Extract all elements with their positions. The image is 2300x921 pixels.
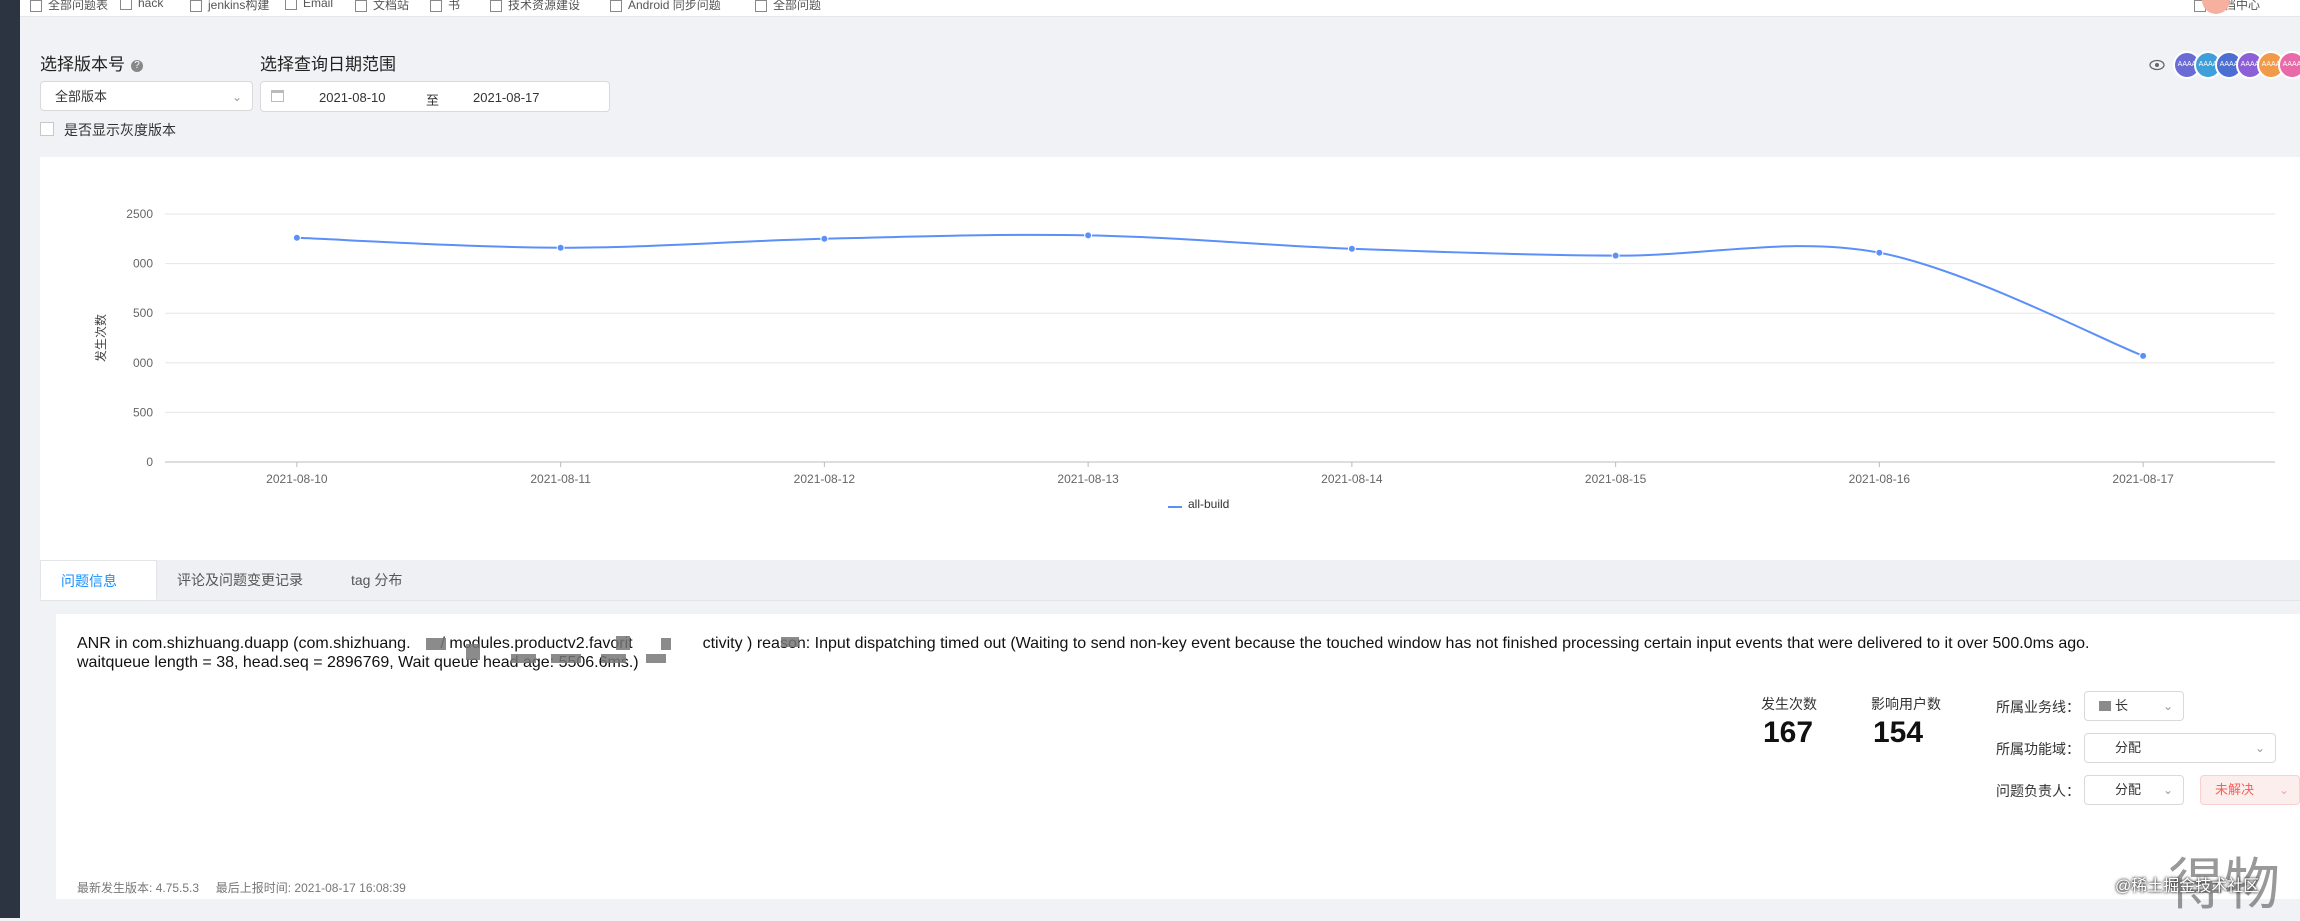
redaction-block [601,654,626,663]
bookmark-item[interactable]: Email [285,0,333,10]
occurrences-label: 发生次数 [1761,696,1817,712]
bookmark-item[interactable]: 技术资源建设 [490,0,580,13]
bookmark-item[interactable]: 文档站 [355,0,409,13]
y-tick-label: 0 [146,455,153,469]
redaction-block [551,654,581,663]
redaction-block [616,636,630,650]
date-filter-label: 选择查询日期范围 [260,55,396,74]
bookmark-item[interactable]: Android 同步问题 [610,0,721,13]
data-point [1347,244,1356,253]
status-select[interactable]: 未解决 ⌄ [2200,775,2300,805]
business-line-label: 所属业务线： [1996,699,2080,715]
checkbox-box[interactable] [40,122,54,136]
folder-icon [430,0,442,12]
data-point [1611,251,1620,260]
y-tick-label: 500 [133,405,153,419]
eye-icon[interactable] [2149,59,2165,71]
occurrences-value: 167 [1763,716,1814,749]
version-filter-label: 选择版本号? [40,50,143,75]
y-tick-label: 500 [133,306,153,320]
y-tick-label: 000 [133,356,153,370]
x-tick-label: 2021-08-11 [530,472,591,486]
affected-users-value: 154 [1873,716,1924,749]
version-select[interactable]: 全部版本 ⌄ [40,81,253,111]
tab-tag-distribution[interactable]: tag 分布 [331,560,441,600]
tab-bar: 问题信息 评论及问题变更记录 tag 分布 [40,560,2300,601]
bookmark-item[interactable]: 全部问题 [755,0,821,13]
folder-icon [755,0,767,12]
redaction-block [646,654,666,663]
redaction-block [781,637,799,647]
calendar-icon [271,90,284,102]
issue-title: ANR in com.shizhuang.duapp (com.shizhuan… [77,635,2090,671]
tab-issue-info[interactable]: 问题信息 [40,560,157,600]
owner-select[interactable]: 分配 ⌄ [2084,775,2184,805]
data-point [1875,248,1884,257]
line-chart: 2500 000 500 000 500 0 2021-08-10 2021-08-11 202… [93,207,2275,506]
member-avatar[interactable]: AAAA [2278,51,2300,79]
chart-card: 2500 000 500 000 500 0 2021-08-10 2021-08-11 202… [40,157,2300,563]
main-content: 选择版本号? 全部版本 ⌄ 选择查询日期范围 2021-08-10 至 2021… [20,17,2300,918]
folder-icon [610,0,622,12]
chevron-down-icon: ⌄ [2162,783,2173,797]
bookmark-item[interactable]: hack [120,0,163,10]
x-tick-label: 2021-08-13 [1057,472,1119,486]
x-tick-label: 2021-08-15 [1585,472,1647,486]
issue-card: ANR in com.shizhuang.duapp (com.shizhuan… [56,614,2300,899]
data-point [820,234,829,243]
bookmark-item[interactable]: 全部问题表 [30,0,108,13]
redaction-block [511,654,536,663]
chevron-down-icon: ⌄ [2278,783,2289,797]
date-start-input[interactable]: 2021-08-10 [319,90,386,105]
y-tick-label: 000 [133,257,153,271]
redaction-block [426,638,446,650]
function-domain-select[interactable]: 分配 ⌄ [2084,733,2276,763]
folder-icon [190,0,202,12]
redaction-block [466,644,480,660]
redaction-block [2099,701,2111,711]
issue-footer-meta: 最新发生版本: 4.75.5.3 最后上报时间: 2021-08-17 16:0… [77,881,406,895]
data-point [292,233,301,242]
watcher-avatars: AAAA AAAA AAAA AAAA AAAA AAAA [2173,51,2300,79]
legend-label[interactable]: all-build [1188,497,1229,511]
bookmark-bar: 全部问题表 hack jenkins构建 Email 文档站 书 技术资源建设 … [20,0,2300,17]
date-end-input[interactable]: 2021-08-17 [473,90,540,105]
data-point [1084,231,1093,240]
x-tick-label: 2021-08-12 [794,472,856,486]
x-tick-label: 2021-08-14 [1321,472,1383,486]
data-point [556,243,565,252]
y-axis-label: 发生次数 [93,314,108,362]
legend-swatch [1168,506,1182,508]
redaction-block [661,638,671,650]
folder-icon [490,0,502,12]
owner-label: 问题负责人： [1996,783,2080,799]
series-line [296,233,2144,357]
left-sidebar [0,0,20,918]
chevron-down-icon: ⌄ [2162,699,2173,713]
folder-icon [120,0,132,10]
y-tick-label: 2500 [126,207,153,221]
chevron-down-icon: ⌄ [231,90,242,104]
gray-version-checkbox[interactable]: 是否显示灰度版本 [40,120,176,140]
help-icon[interactable]: ? [131,59,143,72]
tab-comments-history[interactable]: 评论及问题变更记录 [157,560,331,600]
folder-icon [285,0,297,10]
site-watermark: @稀土掘金技术社区 [2115,878,2260,895]
x-tick-label: 2021-08-10 [266,472,328,486]
affected-users-label: 影响用户数 [1871,696,1941,712]
business-line-select[interactable]: 长 ⌄ [2084,691,2184,721]
chevron-down-icon: ⌄ [2254,741,2265,755]
date-range-picker[interactable]: 2021-08-10 至 2021-08-17 [260,81,610,112]
data-point [2139,351,2148,360]
date-separator: 至 [426,93,440,108]
bookmark-item[interactable]: 书 [430,0,460,13]
function-domain-label: 所属功能域： [1996,741,2080,757]
bookmark-item[interactable]: jenkins构建 [190,0,269,13]
folder-icon [355,0,367,12]
folder-icon [30,0,42,12]
x-tick-label: 2021-08-16 [1849,472,1911,486]
x-tick-label: 2021-08-17 [2112,472,2174,486]
